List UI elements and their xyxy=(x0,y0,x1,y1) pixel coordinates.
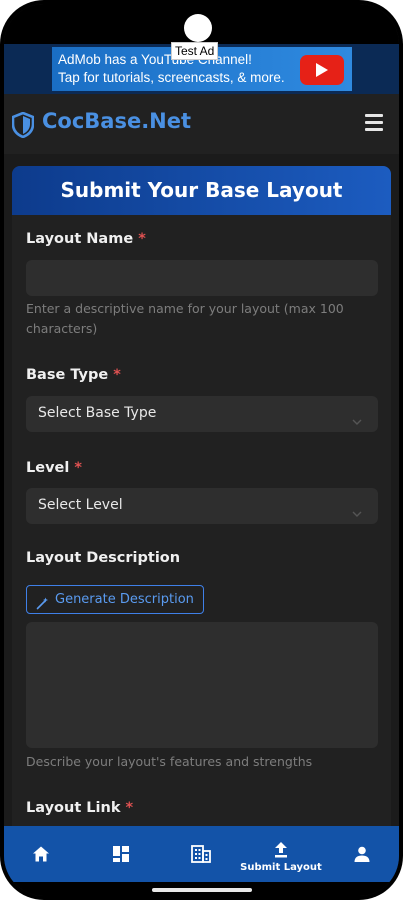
front-camera xyxy=(184,14,212,42)
base-type-label-text: Base Type xyxy=(26,367,109,383)
brand-title[interactable]: CocBase.Net xyxy=(42,109,191,133)
generate-description-label: Generate Description xyxy=(55,592,194,607)
level-selected: Select Level xyxy=(38,497,123,513)
layout-name-input[interactable] xyxy=(26,260,378,296)
home-indicator[interactable] xyxy=(152,888,252,892)
test-ad-label: Test Ad xyxy=(171,42,219,60)
layout-link-label: Layout Link * xyxy=(26,800,133,816)
nav-home[interactable] xyxy=(11,826,71,882)
nav-dashboard[interactable] xyxy=(91,826,151,882)
upload-icon xyxy=(275,842,287,858)
level-label-text: Level xyxy=(26,460,70,476)
app-screen: AdMob has a YouTube Channel! Tap for tut… xyxy=(4,4,399,896)
layout-name-label: Layout Name * xyxy=(26,231,146,247)
submit-form-card: Submit Your Base Layout Layout Name * En… xyxy=(12,166,391,866)
shield-icon xyxy=(11,111,35,142)
buildings-icon xyxy=(191,845,211,863)
generate-description-button[interactable]: Generate Description xyxy=(26,585,204,614)
nav-submit-layout-label: Submit Layout xyxy=(240,862,322,873)
nav-buildings[interactable] xyxy=(171,826,231,882)
chevron-down-icon xyxy=(352,502,362,521)
home-icon xyxy=(33,846,49,862)
base-type-selected: Select Base Type xyxy=(38,405,157,421)
base-type-label: Base Type * xyxy=(26,367,121,383)
layout-description-textarea[interactable] xyxy=(26,622,378,748)
dashboard-icon xyxy=(113,846,129,862)
bottom-navigation: Submit Layout xyxy=(4,826,399,882)
layout-link-label-text: Layout Link xyxy=(26,800,121,816)
phone-frame: AdMob has a YouTube Channel! Tap for tut… xyxy=(0,0,403,900)
app-header: CocBase.Net xyxy=(4,94,399,154)
layout-description-help: Describe your layout's features and stre… xyxy=(26,754,313,769)
layout-name-help: Enter a descriptive name for your layout… xyxy=(26,301,344,336)
person-icon xyxy=(354,846,370,862)
level-select[interactable]: Select Level xyxy=(26,488,378,524)
youtube-play-icon[interactable] xyxy=(300,55,344,85)
base-type-select[interactable]: Select Base Type xyxy=(26,396,378,432)
chevron-down-icon xyxy=(352,410,362,429)
required-mark: * xyxy=(113,367,121,383)
required-mark: * xyxy=(74,460,82,476)
form-title: Submit Your Base Layout xyxy=(12,166,391,215)
nav-profile[interactable] xyxy=(332,826,392,882)
required-mark: * xyxy=(125,800,134,816)
main-content: Submit Your Base Layout Layout Name * En… xyxy=(4,154,399,866)
layout-name-label-text: Layout Name xyxy=(26,231,134,247)
magic-wand-icon xyxy=(36,593,49,620)
layout-description-label: Layout Description xyxy=(26,550,181,566)
hamburger-menu-icon[interactable] xyxy=(365,114,385,132)
nav-submit-layout[interactable]: Submit Layout xyxy=(239,826,323,882)
required-mark: * xyxy=(138,231,146,247)
level-label: Level * xyxy=(26,460,82,476)
ad-line-2: Tap for tutorials, screencasts, & more. xyxy=(58,70,285,85)
